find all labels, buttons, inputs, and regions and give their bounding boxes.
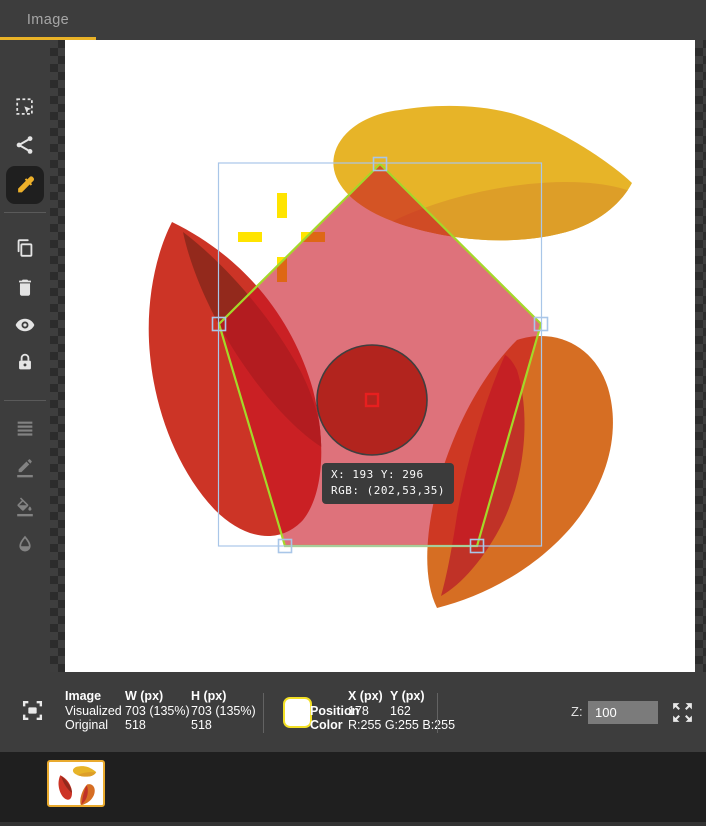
tooltip-coordinates: X: 193 Y: 296 bbox=[331, 468, 424, 481]
original-height: 518 bbox=[191, 718, 212, 733]
tool-delete-button[interactable] bbox=[6, 269, 44, 305]
position-x: 178 bbox=[348, 703, 369, 718]
tool-visibility-button[interactable] bbox=[6, 307, 44, 343]
left-toolbar bbox=[0, 40, 50, 672]
color-label: Color bbox=[310, 718, 343, 733]
tooltip-rgb: RGB: (202,53,35) bbox=[331, 484, 445, 497]
canvas-image[interactable] bbox=[65, 40, 695, 672]
image-table-header: Image bbox=[65, 689, 102, 703]
rectangle-select-icon bbox=[16, 98, 33, 115]
tool-fill-color-button[interactable] bbox=[6, 489, 44, 525]
x-header: X (px) bbox=[348, 689, 383, 703]
duplicate-icon bbox=[17, 239, 33, 257]
color-rgb-value: R:255 G:255 B:255 bbox=[348, 718, 456, 733]
original-label: Original bbox=[65, 718, 109, 733]
picked-color-swatch bbox=[283, 697, 312, 728]
statusbar-divider bbox=[437, 693, 438, 733]
tool-reorder-button[interactable] bbox=[6, 410, 44, 446]
visualized-label: Visualized bbox=[65, 703, 122, 718]
image-thumbnail[interactable] bbox=[47, 760, 105, 807]
tool-border-color-button[interactable] bbox=[6, 450, 44, 486]
fit-screen-icon bbox=[22, 700, 43, 721]
toolbar-divider bbox=[4, 400, 46, 401]
zoom-label: Z: bbox=[571, 704, 583, 719]
canvas-gutter-right bbox=[695, 40, 706, 672]
bottom-edge bbox=[0, 822, 706, 826]
expand-arrows-icon bbox=[673, 703, 692, 722]
opacity-droplet-icon bbox=[19, 535, 31, 552]
image-size-table: Image W (px) H (px) Visualized 703 (135%… bbox=[65, 689, 257, 733]
tab-image[interactable]: Image bbox=[0, 0, 96, 40]
zoom-level-input[interactable] bbox=[588, 701, 658, 724]
eye-icon bbox=[15, 318, 35, 332]
circle-shape[interactable] bbox=[316, 344, 428, 456]
thumbnail-preview bbox=[49, 762, 103, 805]
pixel-info-table: X (px) Y (px) Position 178 162 Color R:2… bbox=[310, 689, 474, 733]
polyline-icon bbox=[16, 136, 33, 154]
lock-icon bbox=[19, 353, 31, 370]
topbar: Image bbox=[0, 0, 706, 40]
position-y: 162 bbox=[390, 703, 411, 718]
tool-duplicate-button[interactable] bbox=[6, 230, 44, 266]
pixel-info-tooltip: X: 193 Y: 296 RGB: (202,53,35) bbox=[322, 463, 454, 504]
image-editor-window: Image X: 193 Y: 296 RGB: (202,53,35) Ima… bbox=[0, 0, 706, 826]
tool-polyline-button[interactable] bbox=[6, 127, 44, 163]
tool-eyedropper-button[interactable] bbox=[6, 166, 44, 204]
filmstrip bbox=[0, 752, 706, 822]
canvas-gutter-left bbox=[50, 40, 65, 672]
eyedropper-icon bbox=[18, 176, 35, 193]
paint-bucket-icon bbox=[17, 497, 33, 517]
tool-opacity-button[interactable] bbox=[6, 527, 44, 563]
toolbar-divider bbox=[4, 212, 46, 213]
height-header: H (px) bbox=[191, 689, 227, 703]
tool-rectangle-select-button[interactable] bbox=[6, 89, 44, 125]
y-header: Y (px) bbox=[390, 689, 425, 703]
statusbar-divider bbox=[263, 693, 264, 733]
canvas-viewport: X: 193 Y: 296 RGB: (202,53,35) bbox=[65, 40, 695, 672]
reorder-icon bbox=[17, 421, 33, 436]
original-width: 518 bbox=[125, 718, 146, 733]
tab-image-label: Image bbox=[26, 12, 70, 28]
visualized-height: 703 (135%) bbox=[191, 703, 256, 718]
tool-lock-button[interactable] bbox=[6, 344, 44, 380]
main-area: X: 193 Y: 296 RGB: (202,53,35) bbox=[0, 40, 706, 672]
fullscreen-button[interactable] bbox=[670, 700, 695, 725]
statusbar: Image W (px) H (px) Visualized 703 (135%… bbox=[0, 672, 706, 752]
trash-icon bbox=[19, 279, 31, 296]
position-label: Position bbox=[310, 703, 360, 718]
fit-to-screen-button[interactable] bbox=[20, 698, 45, 723]
visualized-width: 703 (135%) bbox=[125, 703, 190, 718]
pencil-border-color-icon bbox=[17, 459, 33, 478]
width-header: W (px) bbox=[125, 689, 164, 703]
